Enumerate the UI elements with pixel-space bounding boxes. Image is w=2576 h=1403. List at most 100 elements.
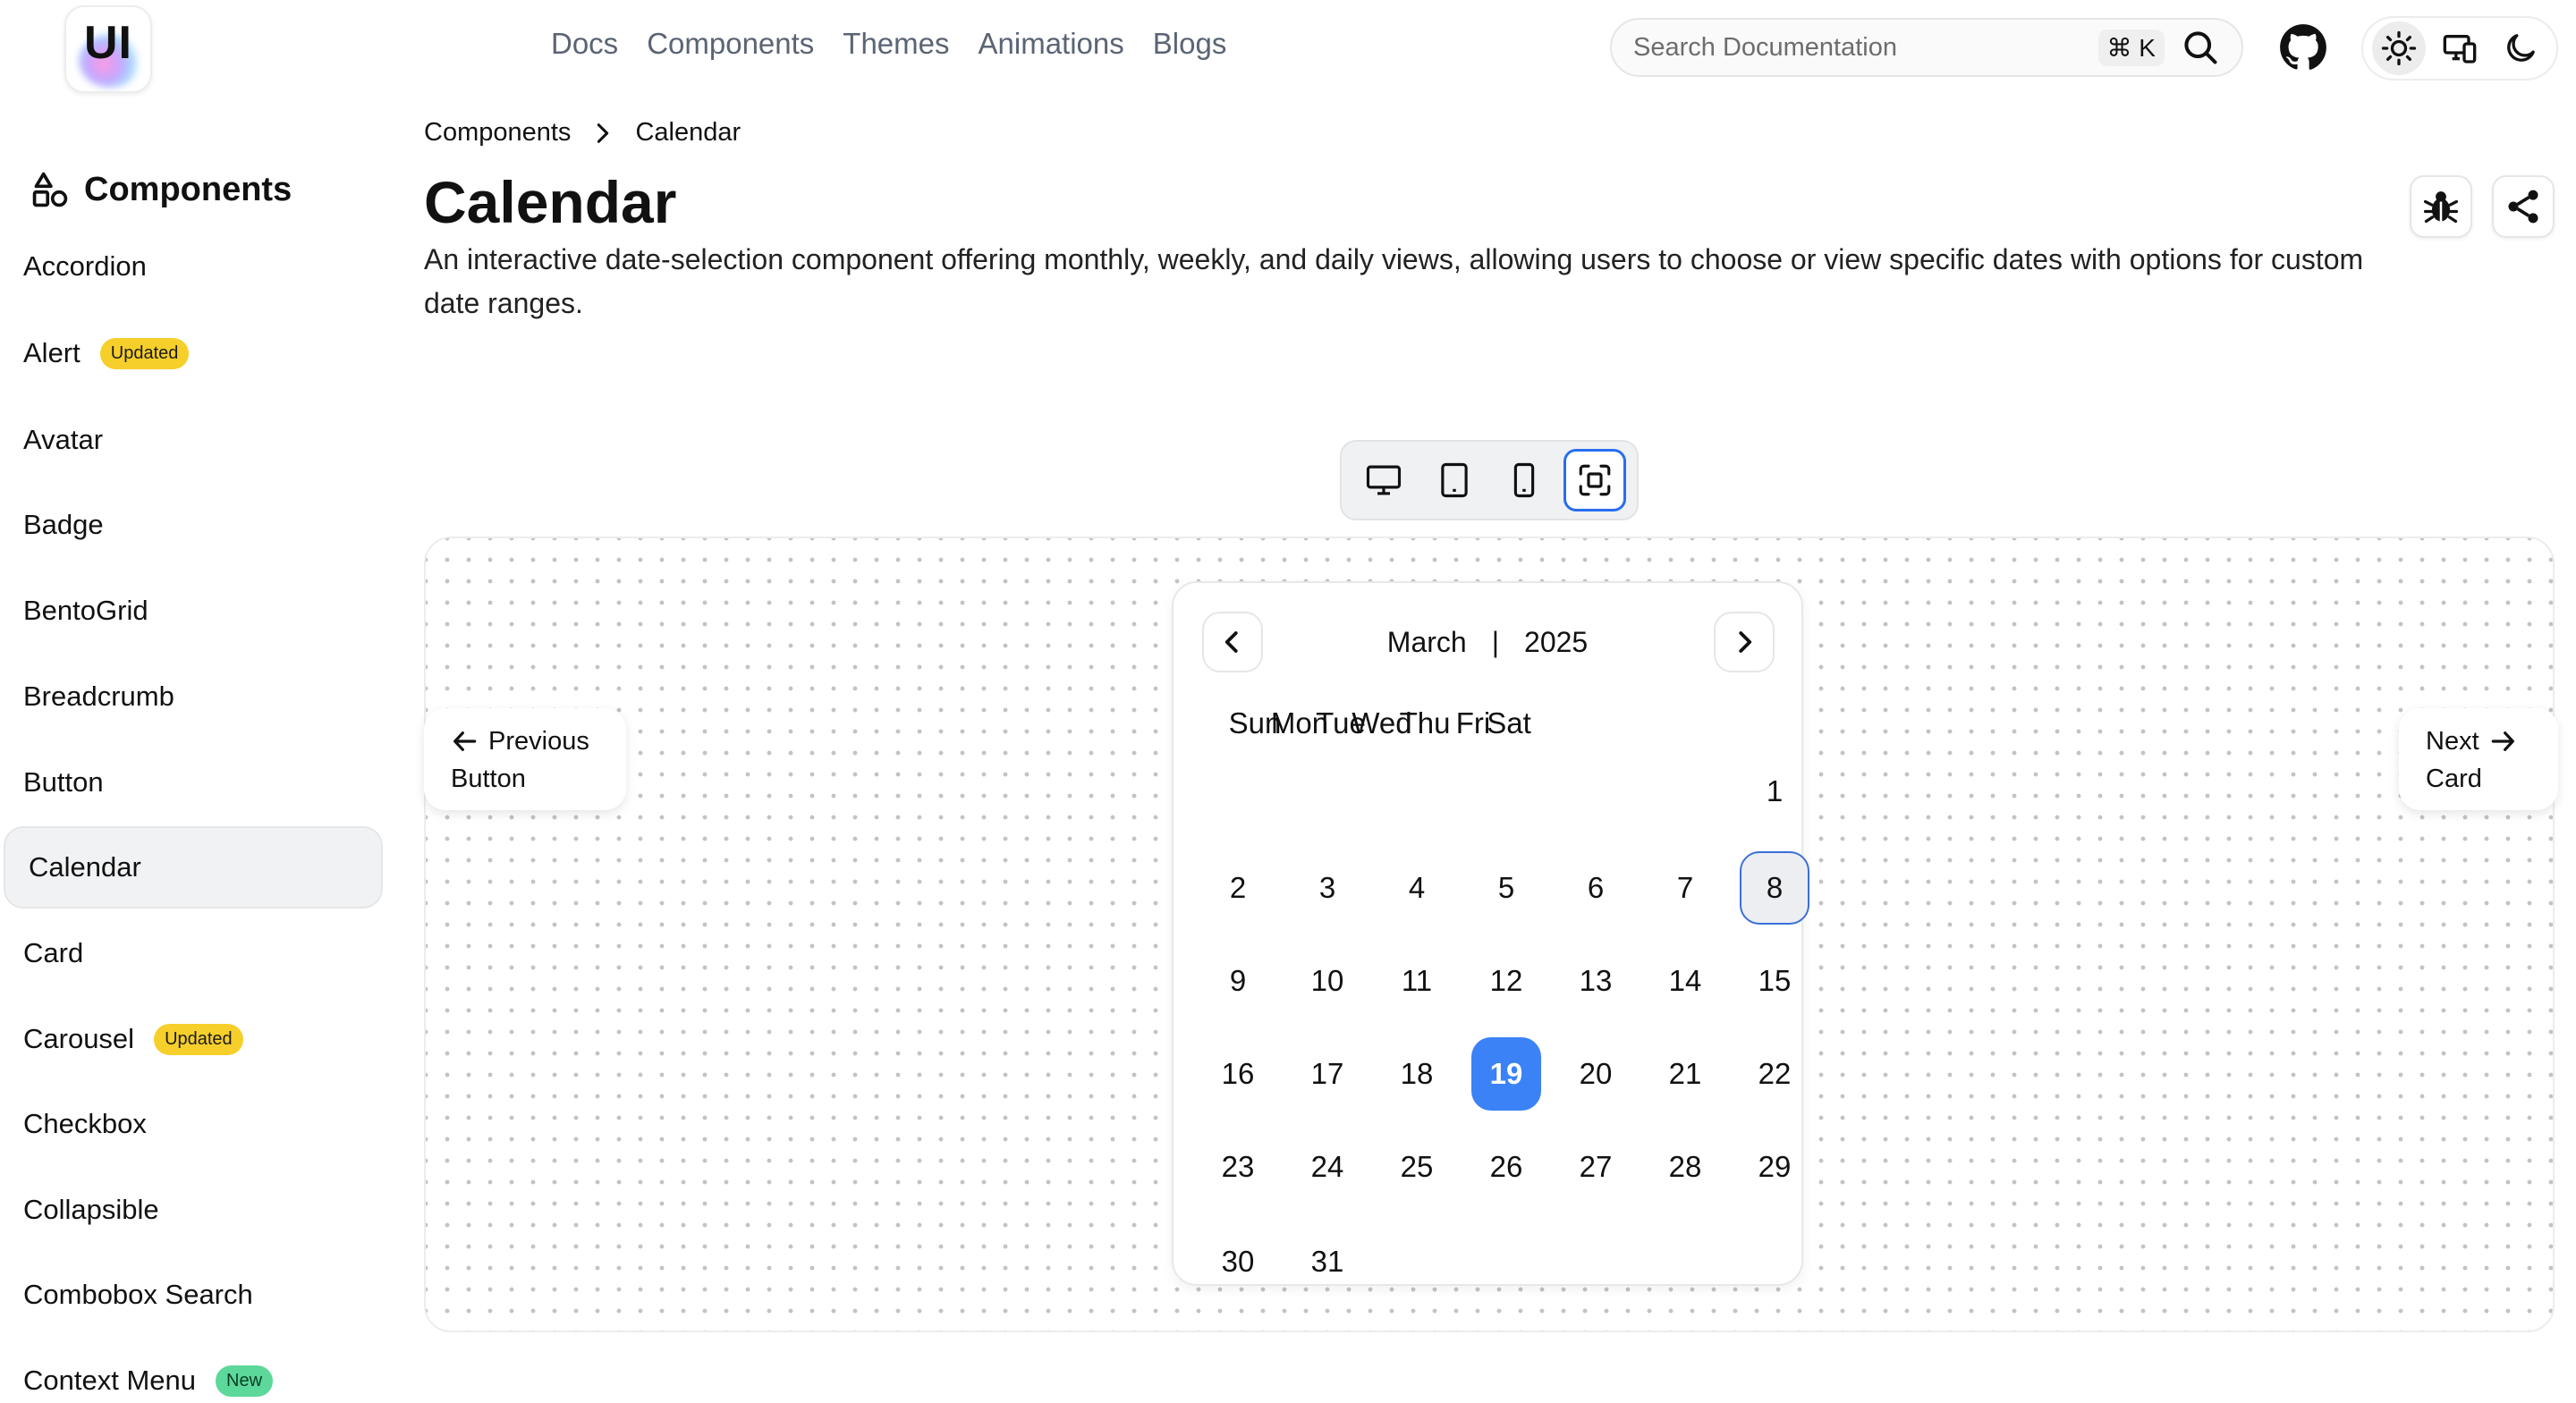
page-title: Calendar [424, 169, 677, 235]
sidebar-item-carousel[interactable]: Carousel Updated [0, 998, 379, 1080]
calendar-day[interactable]: 18 [1382, 1037, 1452, 1111]
github-icon[interactable] [2279, 23, 2327, 72]
sidebar-item-label: Accordion [23, 250, 147, 282]
calendar-day[interactable]: 22 [1740, 1037, 1809, 1111]
new-badge: New [216, 1365, 274, 1397]
nav-components[interactable]: Components [647, 27, 814, 61]
sidebar-item-avatar[interactable]: Avatar [0, 399, 379, 481]
calendar-day[interactable]: 25 [1382, 1130, 1452, 1204]
calendar-day[interactable]: 20 [1561, 1037, 1631, 1111]
mobile-view-button[interactable] [1493, 449, 1555, 511]
calendar-day[interactable]: 4 [1382, 851, 1452, 925]
search-icon[interactable] [2181, 28, 2220, 67]
calendar-day[interactable]: 2 [1203, 851, 1273, 925]
fullscreen-view-button[interactable] [1563, 449, 1626, 511]
calendar-day[interactable]: 11 [1382, 944, 1452, 1018]
share-button[interactable] [2492, 175, 2555, 238]
search-bar[interactable]: ⌘ K [1610, 18, 2243, 77]
sidebar-heading: Components [30, 170, 292, 209]
calendar-day[interactable]: 26 [1471, 1130, 1541, 1204]
sidebar-item-calendar[interactable]: Calendar [4, 826, 383, 909]
sidebar-item-card[interactable]: Card [0, 912, 379, 994]
sidebar-item-context-menu[interactable]: Context Menu New [0, 1340, 379, 1403]
next-label: Next [2426, 727, 2479, 756]
light-theme-button[interactable] [2372, 21, 2426, 75]
arrow-right-icon [2491, 731, 2514, 751]
calendar-day[interactable]: 9 [1203, 944, 1273, 1018]
sidebar-item-checkbox[interactable]: Checkbox [0, 1083, 379, 1165]
calendar-day[interactable]: 8 [1740, 851, 1809, 925]
calendar-day[interactable]: 6 [1561, 851, 1631, 925]
calendar-day[interactable]: 10 [1292, 944, 1362, 1018]
system-theme-button[interactable] [2433, 21, 2487, 75]
sidebar-item-label: Button [23, 766, 104, 798]
calendar-day[interactable]: 1 [1740, 755, 1809, 828]
sidebar-item-label: Carousel [23, 1023, 135, 1054]
next-month-button[interactable] [1714, 612, 1775, 672]
sidebar-item-badge[interactable]: Badge [0, 484, 379, 566]
top-nav: Docs Components Themes Animations Blogs [551, 27, 1226, 61]
sidebar-item-alert[interactable]: Alert Updated [0, 312, 379, 394]
previous-title: Button [451, 765, 526, 793]
sidebar-item-label: Card [23, 937, 84, 968]
viewport-switcher [1340, 440, 1639, 520]
updated-badge: Updated [154, 1023, 243, 1055]
calendar-day[interactable]: 5 [1471, 851, 1541, 925]
search-shortcut: ⌘ K [2097, 29, 2165, 66]
nav-animations[interactable]: Animations [979, 27, 1124, 61]
share-icon [2508, 190, 2538, 224]
sidebar-item-combobox-search[interactable]: Combobox Search [0, 1254, 379, 1336]
sidebar-item-label: Calendar [29, 851, 141, 883]
sidebar-item-accordion[interactable]: Accordion [0, 225, 379, 308]
nav-themes[interactable]: Themes [843, 27, 949, 61]
calendar-caption: March | 2025 [1174, 626, 1801, 659]
calendar-day[interactable]: 3 [1292, 851, 1362, 925]
dark-theme-button[interactable] [2494, 21, 2547, 75]
calendar-day[interactable]: 17 [1292, 1037, 1362, 1111]
sidebar-item-collapsible[interactable]: Collapsible [0, 1169, 379, 1251]
previous-page-card[interactable]: Previous Button [424, 708, 626, 810]
calendar-day[interactable]: 24 [1292, 1130, 1362, 1204]
calendar-day[interactable]: 29 [1740, 1130, 1809, 1204]
calendar-day[interactable]: 7 [1650, 851, 1720, 925]
tablet-view-button[interactable] [1423, 449, 1486, 511]
updated-badge: Updated [99, 337, 190, 369]
sidebar-item-label: Breadcrumb [23, 680, 174, 712]
desktop-view-button[interactable] [1352, 449, 1415, 511]
sidebar-item-button[interactable]: Button [0, 741, 379, 824]
calendar-day[interactable]: 19 [1471, 1037, 1541, 1111]
monitor-icon [1367, 465, 1402, 495]
sidebar-item-bentogrid[interactable]: BentoGrid [0, 570, 379, 652]
sidebar-item-label: Collapsible [23, 1194, 159, 1225]
calendar-day[interactable]: 31 [1292, 1225, 1362, 1298]
calendar-separator: | [1491, 626, 1500, 658]
calendar-day[interactable]: 14 [1650, 944, 1720, 1018]
monitor-phone-icon [2443, 35, 2477, 63]
logo[interactable]: UI [64, 5, 152, 93]
calendar-day[interactable]: 27 [1561, 1130, 1631, 1204]
logo-text: UI [84, 17, 132, 69]
sidebar-item-breadcrumb[interactable]: Breadcrumb [0, 655, 379, 738]
calendar-day[interactable]: 15 [1740, 944, 1809, 1018]
calendar-year: 2025 [1524, 626, 1589, 658]
calendar-day[interactable]: 28 [1650, 1130, 1720, 1204]
chevron-right-icon [1739, 631, 1752, 653]
next-page-card[interactable]: Next Card [2399, 708, 2558, 810]
calendar-day[interactable]: 21 [1650, 1037, 1720, 1111]
calendar-day[interactable]: 23 [1203, 1130, 1273, 1204]
search-input[interactable] [1633, 32, 2098, 63]
sidebar-item-label: Badge [23, 509, 104, 540]
previous-label: Previous [488, 727, 589, 756]
breadcrumb-components[interactable]: Components [424, 118, 571, 148]
sidebar-title: Components [84, 170, 292, 208]
report-bug-button[interactable] [2410, 175, 2472, 238]
sidebar-item-label: Checkbox [23, 1108, 147, 1139]
nav-blogs[interactable]: Blogs [1153, 27, 1227, 61]
calendar-day[interactable]: 30 [1203, 1225, 1273, 1298]
calendar-day[interactable]: 16 [1203, 1037, 1273, 1111]
calendar-day[interactable]: 12 [1471, 944, 1541, 1018]
nav-docs[interactable]: Docs [551, 27, 618, 61]
calendar-day[interactable]: 13 [1561, 944, 1631, 1018]
weekday-header: Sat [1487, 706, 1531, 740]
breadcrumb-calendar: Calendar [635, 118, 741, 147]
